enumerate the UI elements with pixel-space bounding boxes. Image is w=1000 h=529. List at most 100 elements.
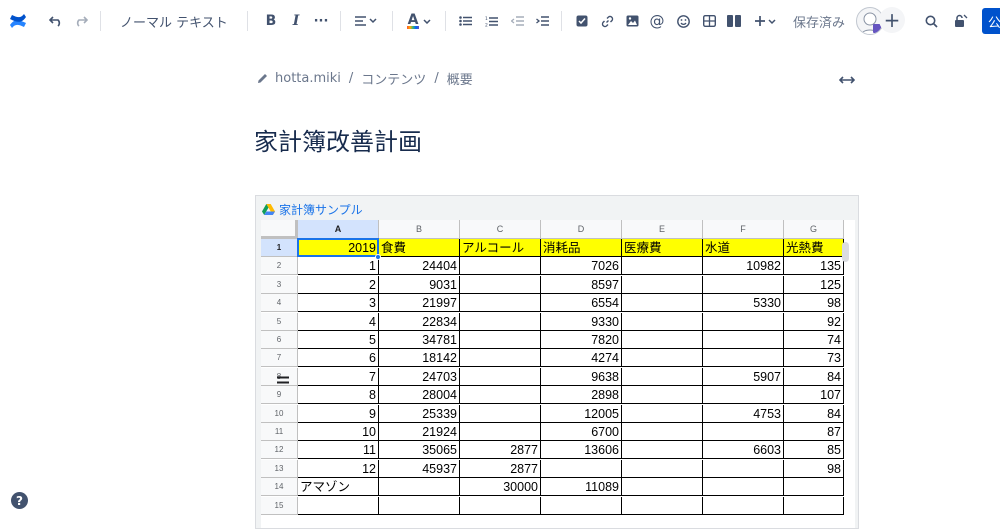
breadcrumb-overview[interactable]: 概要 [447, 69, 473, 88]
cell-d10[interactable]: 12005 [541, 404, 622, 423]
search-icon[interactable] [922, 0, 940, 42]
row-header-14[interactable]: 14 [261, 478, 298, 497]
bold-button[interactable]: B [262, 0, 280, 42]
row-header-1[interactable]: 1 [261, 239, 298, 257]
cell-e10[interactable] [622, 404, 703, 423]
cell-d14[interactable]: 11089 [541, 478, 622, 497]
vertical-scrollbar[interactable] [842, 242, 849, 262]
cell-c8[interactable] [460, 367, 541, 386]
cell-d12[interactable]: 13606 [541, 441, 622, 460]
text-style-dropdown[interactable]: ノーマル テキスト [120, 0, 232, 42]
numbered-list-icon[interactable]: 12 [482, 0, 500, 42]
cell-a7[interactable]: 6 [298, 349, 379, 368]
spreadsheet-grid[interactable]: A B C D E F G 1 2019 食費 アルコール 消耗品 医療費 水道 光熱費 2 1 24404 702… [261, 220, 855, 528]
indent-icon[interactable] [533, 0, 551, 42]
row-header-12[interactable]: 12 [261, 441, 298, 460]
text-color-dropdown[interactable]: A [404, 0, 434, 42]
cell-b5[interactable]: 22834 [379, 312, 460, 331]
cell-d1[interactable]: 消耗品 [541, 239, 622, 257]
embedded-spreadsheet[interactable]: 家計簿サンプル A B C D E F G 1 2019 食費 アルコール 消耗品 医療費 水道 光熱費 2 1… [255, 195, 859, 529]
cell-e11[interactable] [622, 423, 703, 441]
undo-icon[interactable] [46, 0, 66, 42]
cell-a8[interactable]: 7 [298, 367, 379, 386]
cell-f9[interactable] [703, 386, 784, 405]
cell-c4[interactable] [460, 294, 541, 313]
cell-d5[interactable]: 9330 [541, 312, 622, 331]
row-header-13[interactable]: 13 [261, 459, 298, 478]
cell-f4[interactable]: 5330 [703, 294, 784, 313]
cell-d4[interactable]: 6554 [541, 294, 622, 313]
sheet-corner[interactable] [261, 220, 298, 239]
italic-button[interactable]: I [287, 0, 305, 42]
outdent-icon[interactable] [508, 0, 526, 42]
publish-button[interactable]: 公 [982, 8, 1000, 34]
cell-b2[interactable]: 24404 [379, 257, 460, 276]
cell-c6[interactable] [460, 331, 541, 349]
cell-d9[interactable]: 2898 [541, 386, 622, 405]
cell-b8[interactable]: 24703 [379, 367, 460, 386]
cell-f12[interactable]: 6603 [703, 441, 784, 460]
row-header-6[interactable]: 6 [261, 331, 298, 349]
cell-c5[interactable] [460, 312, 541, 331]
freeze-rows-handle-icon[interactable] [276, 369, 290, 384]
column-header-c[interactable]: C [460, 220, 541, 239]
cell-b11[interactable]: 21924 [379, 423, 460, 441]
cell-a9[interactable]: 8 [298, 386, 379, 405]
cell-f7[interactable] [703, 349, 784, 368]
cell-e3[interactable] [622, 275, 703, 294]
cell-e5[interactable] [622, 312, 703, 331]
row-header-11[interactable]: 11 [261, 423, 298, 441]
column-header-d[interactable]: D [541, 220, 622, 239]
cell-c3[interactable] [460, 275, 541, 294]
row-header-3[interactable]: 3 [261, 275, 298, 294]
insert-more-dropdown[interactable] [752, 0, 778, 42]
full-width-toggle[interactable] [838, 70, 856, 89]
cell-g6[interactable]: 74 [784, 331, 844, 349]
cell-e7[interactable] [622, 349, 703, 368]
cell-g4[interactable]: 98 [784, 294, 844, 313]
cell-a15[interactable] [298, 496, 379, 515]
cell-c10[interactable] [460, 404, 541, 423]
cell-g14[interactable] [784, 478, 844, 497]
cell-c12[interactable]: 2877 [460, 441, 541, 460]
cell-f14[interactable] [703, 478, 784, 497]
cell-a5[interactable]: 4 [298, 312, 379, 331]
column-header-b[interactable]: B [379, 220, 460, 239]
cell-d3[interactable]: 8597 [541, 275, 622, 294]
cell-f10[interactable]: 4753 [703, 404, 784, 423]
column-header-f[interactable]: F [703, 220, 784, 239]
row-header-9[interactable]: 9 [261, 386, 298, 405]
column-header-a[interactable]: A [298, 220, 379, 239]
layout-columns-icon[interactable] [725, 0, 743, 42]
more-formatting-button[interactable]: ··· [311, 0, 331, 42]
cell-g3[interactable]: 125 [784, 275, 844, 294]
cell-g1[interactable]: 光熱費 [784, 239, 844, 257]
help-button[interactable]: ? [11, 492, 28, 509]
cell-e2[interactable] [622, 257, 703, 276]
row-header-7[interactable]: 7 [261, 349, 298, 368]
cell-e12[interactable] [622, 441, 703, 460]
cell-c2[interactable] [460, 257, 541, 276]
mention-icon[interactable]: @ [648, 0, 666, 42]
cell-e6[interactable] [622, 331, 703, 349]
restrictions-lock-icon[interactable] [951, 0, 971, 42]
cell-a4[interactable]: 3 [298, 294, 379, 313]
cell-f15[interactable] [703, 496, 784, 515]
cell-e13[interactable] [622, 459, 703, 478]
cell-d8[interactable]: 9638 [541, 367, 622, 386]
cell-b9[interactable]: 28004 [379, 386, 460, 405]
row-header-10[interactable]: 10 [261, 404, 298, 423]
alignment-dropdown[interactable] [352, 0, 380, 42]
task-checkbox-icon[interactable] [573, 0, 591, 42]
cell-f13[interactable] [703, 459, 784, 478]
cell-g5[interactable]: 92 [784, 312, 844, 331]
cell-a10[interactable]: 9 [298, 404, 379, 423]
row-header-4[interactable]: 4 [261, 294, 298, 313]
cell-a13[interactable]: 12 [298, 459, 379, 478]
cell-f8[interactable]: 5907 [703, 367, 784, 386]
page-title[interactable]: 家計簿改善計画 [254, 122, 422, 157]
cell-a14[interactable]: アマゾン [298, 478, 379, 497]
cell-a12[interactable]: 11 [298, 441, 379, 460]
cell-a3[interactable]: 2 [298, 275, 379, 294]
embed-header[interactable]: 家計簿サンプル [262, 201, 363, 218]
